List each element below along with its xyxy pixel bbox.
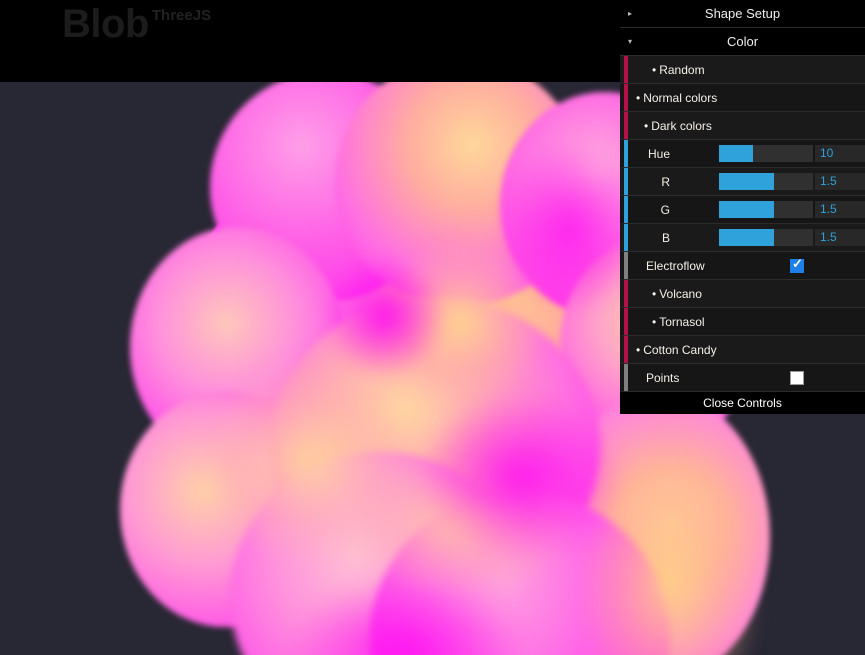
preset-row-volcano[interactable]: •Volcano [620,280,865,308]
slider-value-field[interactable]: 1.5 [815,201,865,218]
slider-track[interactable] [719,201,813,218]
slider-label: G [624,196,676,224]
preset-label-text: Cotton Candy [643,343,716,357]
slider-fill [719,229,774,246]
checkbox-checked[interactable]: ✓ [790,259,804,273]
checkbox-label: Points [646,364,736,392]
close-controls-button[interactable]: Close Controls [620,392,865,414]
slider-row-g[interactable]: G 1.5 [620,196,865,224]
slider-fill [719,173,774,190]
title-main: Blob [62,2,149,46]
row-accent-bar [624,280,628,307]
row-accent-bar [624,56,628,83]
bullet-icon: • [652,315,656,329]
folder-color[interactable]: ▾ Color [620,28,865,56]
preset-label: •Tornasol [652,308,705,336]
preset-row-random[interactable]: •Random [620,56,865,84]
slider-fill [719,145,753,162]
slider-value-field[interactable]: 1.5 [815,173,865,190]
preset-label: •Cotton Candy [636,336,717,364]
bullet-icon: • [636,91,640,105]
slider-label: B [624,224,676,252]
bullet-icon: • [652,287,656,301]
slider-track[interactable] [719,173,813,190]
checkbox-unchecked[interactable] [790,371,804,385]
preset-label: •Random [652,56,705,84]
check-icon: ✓ [792,257,803,271]
slider-row-r[interactable]: R 1.5 [620,168,865,196]
row-accent-bar [624,84,628,111]
preset-row-tornasol[interactable]: •Tornasol [620,308,865,336]
preset-row-cotton-candy[interactable]: •Cotton Candy [620,336,865,364]
folder-color-label: Color [727,34,758,49]
row-accent-bar [624,336,628,363]
chevron-down-icon: ▾ [628,28,632,55]
bullet-icon: • [652,63,656,77]
preset-label-text: Volcano [659,287,702,301]
slider-value-field[interactable]: 10 [815,145,865,162]
slider-fill [719,201,774,218]
slider-row-b[interactable]: B 1.5 [620,224,865,252]
row-accent-bar [624,308,628,335]
slider-label: R [624,168,676,196]
chevron-right-icon: ▸ [628,0,632,27]
folder-shape-setup-label: Shape Setup [705,6,780,21]
control-rows: •Random•Normal colors•Dark colorsHue10R1… [620,56,865,392]
preset-row-dark-colors[interactable]: •Dark colors [620,112,865,140]
slider-track[interactable] [719,229,813,246]
control-panel[interactable]: ▸ Shape Setup ▾ Color •Random•Normal col… [620,0,865,414]
slider-value-field[interactable]: 1.5 [815,229,865,246]
preset-row-normal-colors[interactable]: •Normal colors [620,84,865,112]
checkbox-row-electroflow[interactable]: Electroflow ✓ [620,252,865,280]
preset-label: •Volcano [652,280,702,308]
preset-label-text: Dark colors [651,119,712,133]
checkbox-row-points[interactable]: Points [620,364,865,392]
slider-track[interactable] [719,145,813,162]
bullet-icon: • [636,343,640,357]
preset-label: •Normal colors [636,84,717,112]
checkbox-label: Electroflow [646,252,736,280]
bullet-icon: • [644,119,648,133]
preset-label-text: Random [659,63,704,77]
row-accent-bar [624,364,628,391]
preset-label: •Dark colors [644,112,712,140]
slider-row-hue[interactable]: Hue 10 [620,140,865,168]
slider-label: Hue [624,140,676,168]
row-accent-bar [624,252,628,279]
folder-shape-setup[interactable]: ▸ Shape Setup [620,0,865,28]
page-title: BlobThreeJS [62,2,211,46]
preset-label-text: Normal colors [643,91,717,105]
preset-label-text: Tornasol [659,315,704,329]
title-subtitle: ThreeJS [152,7,211,24]
row-accent-bar [624,112,628,139]
